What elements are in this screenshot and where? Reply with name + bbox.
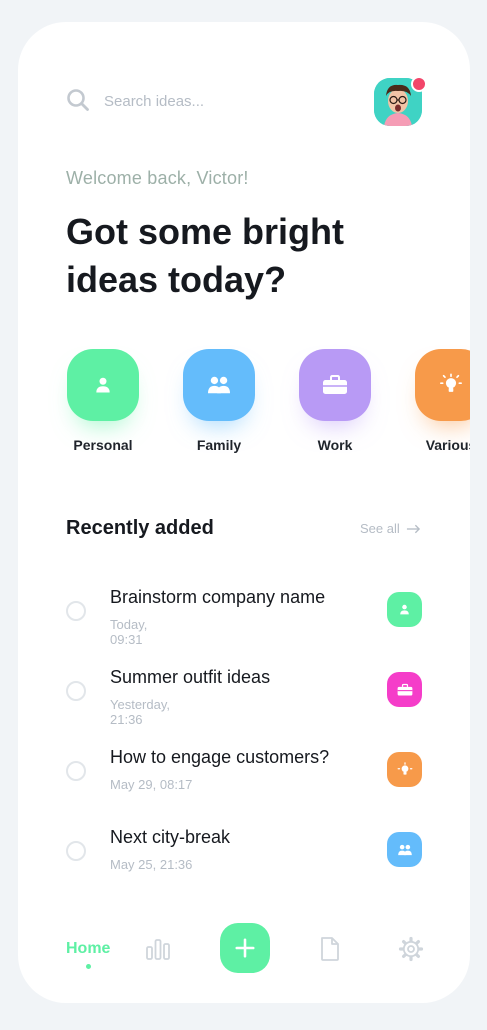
item-time: May 25, 21:36 <box>110 857 193 872</box>
category-family[interactable]: Family <box>169 349 269 453</box>
phone-screen: Welcome back, Victor! Got some bright id… <box>18 22 470 1003</box>
checkbox[interactable] <box>66 601 86 621</box>
lightbulb-icon <box>397 761 412 775</box>
document-icon[interactable] <box>317 936 343 962</box>
headline-line-1: Got some bright <box>66 211 344 252</box>
category-personal[interactable]: Personal <box>53 349 153 453</box>
gear-icon[interactable] <box>398 936 424 962</box>
item-title: How to engage customers? <box>110 747 330 767</box>
headline-line-2: ideas today? <box>66 259 287 300</box>
category-label: Work <box>317 437 353 453</box>
item-title: Next city-break <box>110 827 231 847</box>
checkbox[interactable] <box>66 761 86 781</box>
list-item[interactable]: Summer outfit ideas Yesterday, 21:36 <box>66 667 426 741</box>
item-category-badge <box>387 752 422 787</box>
category-tile[interactable] <box>67 349 139 421</box>
item-category-badge <box>387 832 422 867</box>
welcome-text: Welcome back, Victor! <box>66 168 249 188</box>
arrow-right-icon <box>406 524 420 533</box>
see-all-link[interactable]: See all <box>360 521 421 536</box>
item-category-badge <box>387 672 422 707</box>
item-category-badge <box>387 592 422 627</box>
category-work[interactable]: Work <box>285 349 385 453</box>
item-time: May 29, 08:17 <box>110 777 193 792</box>
checkbox[interactable] <box>66 681 86 701</box>
notification-dot <box>411 76 427 92</box>
category-label: Family <box>196 437 242 453</box>
search-icon[interactable] <box>66 88 90 112</box>
briefcase-icon <box>323 375 347 394</box>
category-label: Various <box>425 437 470 453</box>
item-title: Brainstorm company name <box>110 587 326 607</box>
plus-icon <box>235 938 255 958</box>
see-all-label: See all <box>360 521 400 536</box>
section-title: Recently added <box>66 517 214 539</box>
category-label: Personal <box>73 437 133 453</box>
page-title: Got some bright ideas today? <box>66 208 406 304</box>
category-tile[interactable] <box>299 349 371 421</box>
person-icon <box>96 377 110 393</box>
list-item[interactable]: How to engage customers? May 29, 08:17 <box>66 747 426 821</box>
nav-home[interactable]: Home <box>66 940 110 958</box>
stats-icon[interactable] <box>145 936 171 962</box>
family-icon <box>397 844 412 855</box>
briefcase-icon <box>397 683 412 696</box>
item-time: Today, 09:31 <box>110 617 148 647</box>
category-various[interactable]: Various <box>401 349 470 453</box>
person-icon <box>400 604 409 615</box>
list-item[interactable]: Next city-break May 25, 21:36 <box>66 827 426 901</box>
category-tile[interactable] <box>415 349 470 421</box>
add-idea-button[interactable] <box>220 923 270 973</box>
item-time: Yesterday, 21:36 <box>110 697 170 727</box>
search-input[interactable] <box>104 88 304 114</box>
nav-active-indicator <box>86 964 91 969</box>
list-item[interactable]: Brainstorm company name Today, 09:31 <box>66 587 426 661</box>
checkbox[interactable] <box>66 841 86 861</box>
item-title: Summer outfit ideas <box>110 667 271 687</box>
category-tile[interactable] <box>183 349 255 421</box>
family-icon <box>208 376 230 394</box>
lightbulb-icon <box>440 373 462 392</box>
